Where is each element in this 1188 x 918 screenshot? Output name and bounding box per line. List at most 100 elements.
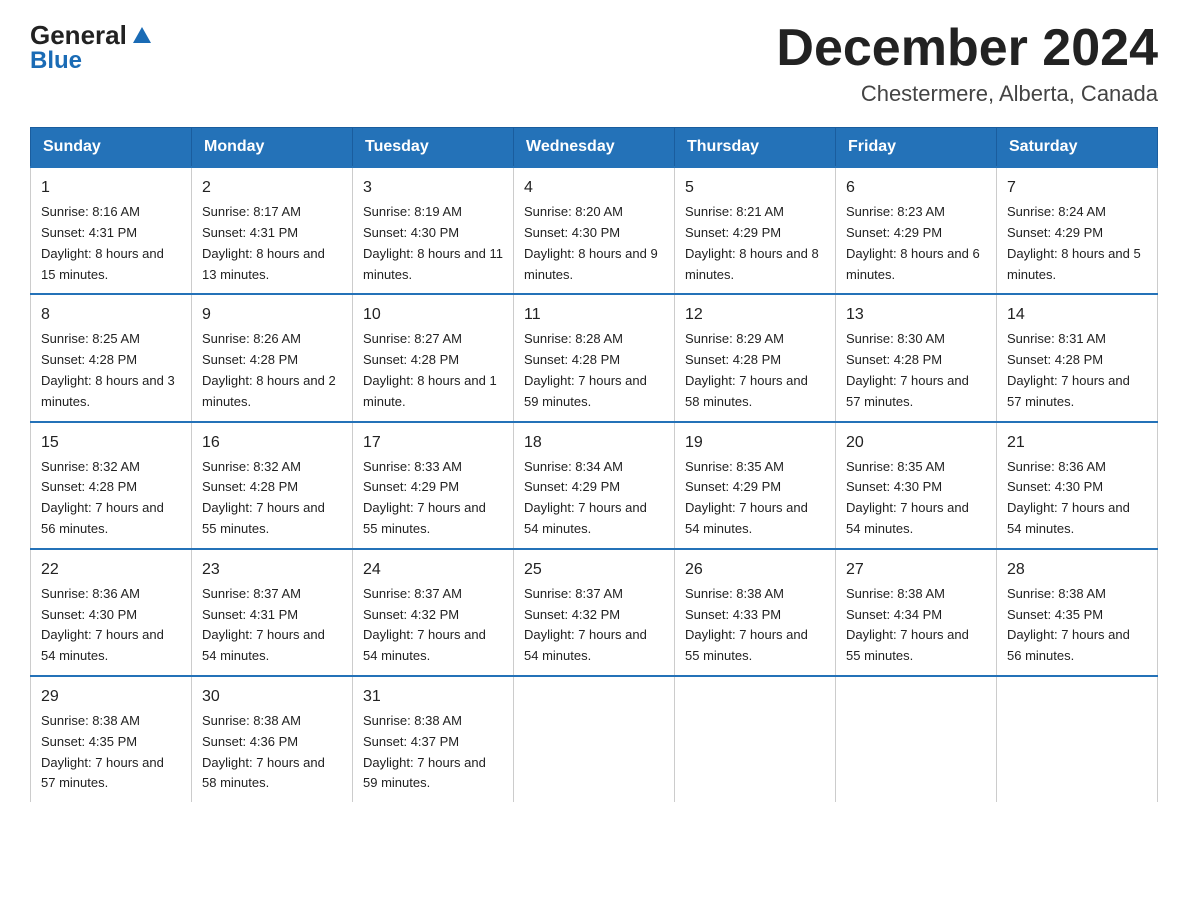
- header-wednesday: Wednesday: [514, 128, 675, 168]
- day-info: Sunrise: 8:37 AMSunset: 4:32 PMDaylight:…: [524, 586, 647, 663]
- calendar-cell: 26 Sunrise: 8:38 AMSunset: 4:33 PMDaylig…: [675, 549, 836, 676]
- calendar-header-row: SundayMondayTuesdayWednesdayThursdayFrid…: [31, 128, 1158, 168]
- day-number: 19: [685, 431, 825, 455]
- calendar-cell: 13 Sunrise: 8:30 AMSunset: 4:28 PMDaylig…: [836, 294, 997, 421]
- day-number: 11: [524, 303, 664, 327]
- calendar-cell: 20 Sunrise: 8:35 AMSunset: 4:30 PMDaylig…: [836, 422, 997, 549]
- calendar-cell: 28 Sunrise: 8:38 AMSunset: 4:35 PMDaylig…: [997, 549, 1158, 676]
- day-number: 6: [846, 176, 986, 200]
- day-info: Sunrise: 8:38 AMSunset: 4:33 PMDaylight:…: [685, 586, 808, 663]
- calendar-cell: 25 Sunrise: 8:37 AMSunset: 4:32 PMDaylig…: [514, 549, 675, 676]
- day-info: Sunrise: 8:37 AMSunset: 4:31 PMDaylight:…: [202, 586, 325, 663]
- day-info: Sunrise: 8:17 AMSunset: 4:31 PMDaylight:…: [202, 204, 325, 281]
- day-number: 10: [363, 303, 503, 327]
- calendar-cell: [514, 676, 675, 802]
- calendar-cell: 29 Sunrise: 8:38 AMSunset: 4:35 PMDaylig…: [31, 676, 192, 802]
- day-info: Sunrise: 8:37 AMSunset: 4:32 PMDaylight:…: [363, 586, 486, 663]
- calendar-cell: [997, 676, 1158, 802]
- calendar-cell: 2 Sunrise: 8:17 AMSunset: 4:31 PMDayligh…: [192, 167, 353, 294]
- day-info: Sunrise: 8:32 AMSunset: 4:28 PMDaylight:…: [202, 459, 325, 536]
- logo-blue-text: Blue: [30, 47, 153, 75]
- calendar-cell: 21 Sunrise: 8:36 AMSunset: 4:30 PMDaylig…: [997, 422, 1158, 549]
- day-number: 20: [846, 431, 986, 455]
- day-number: 1: [41, 176, 181, 200]
- calendar-week-5: 29 Sunrise: 8:38 AMSunset: 4:35 PMDaylig…: [31, 676, 1158, 802]
- calendar-cell: 19 Sunrise: 8:35 AMSunset: 4:29 PMDaylig…: [675, 422, 836, 549]
- day-number: 16: [202, 431, 342, 455]
- day-info: Sunrise: 8:26 AMSunset: 4:28 PMDaylight:…: [202, 331, 336, 408]
- calendar-cell: 9 Sunrise: 8:26 AMSunset: 4:28 PMDayligh…: [192, 294, 353, 421]
- day-info: Sunrise: 8:38 AMSunset: 4:36 PMDaylight:…: [202, 713, 325, 790]
- day-info: Sunrise: 8:24 AMSunset: 4:29 PMDaylight:…: [1007, 204, 1141, 281]
- day-info: Sunrise: 8:23 AMSunset: 4:29 PMDaylight:…: [846, 204, 980, 281]
- calendar-week-1: 1 Sunrise: 8:16 AMSunset: 4:31 PMDayligh…: [31, 167, 1158, 294]
- day-number: 31: [363, 685, 503, 709]
- calendar-cell: [836, 676, 997, 802]
- calendar-cell: 7 Sunrise: 8:24 AMSunset: 4:29 PMDayligh…: [997, 167, 1158, 294]
- day-info: Sunrise: 8:16 AMSunset: 4:31 PMDaylight:…: [41, 204, 164, 281]
- day-number: 12: [685, 303, 825, 327]
- day-number: 24: [363, 558, 503, 582]
- day-info: Sunrise: 8:38 AMSunset: 4:34 PMDaylight:…: [846, 586, 969, 663]
- day-number: 22: [41, 558, 181, 582]
- day-number: 26: [685, 558, 825, 582]
- calendar-cell: 27 Sunrise: 8:38 AMSunset: 4:34 PMDaylig…: [836, 549, 997, 676]
- calendar-cell: 10 Sunrise: 8:27 AMSunset: 4:28 PMDaylig…: [353, 294, 514, 421]
- day-info: Sunrise: 8:25 AMSunset: 4:28 PMDaylight:…: [41, 331, 175, 408]
- calendar-week-3: 15 Sunrise: 8:32 AMSunset: 4:28 PMDaylig…: [31, 422, 1158, 549]
- day-info: Sunrise: 8:38 AMSunset: 4:37 PMDaylight:…: [363, 713, 486, 790]
- day-info: Sunrise: 8:35 AMSunset: 4:29 PMDaylight:…: [685, 459, 808, 536]
- day-info: Sunrise: 8:36 AMSunset: 4:30 PMDaylight:…: [41, 586, 164, 663]
- day-number: 7: [1007, 176, 1147, 200]
- day-number: 29: [41, 685, 181, 709]
- day-number: 17: [363, 431, 503, 455]
- day-info: Sunrise: 8:19 AMSunset: 4:30 PMDaylight:…: [363, 204, 503, 281]
- day-info: Sunrise: 8:31 AMSunset: 4:28 PMDaylight:…: [1007, 331, 1130, 408]
- calendar-cell: 11 Sunrise: 8:28 AMSunset: 4:28 PMDaylig…: [514, 294, 675, 421]
- calendar-cell: 1 Sunrise: 8:16 AMSunset: 4:31 PMDayligh…: [31, 167, 192, 294]
- calendar-cell: 31 Sunrise: 8:38 AMSunset: 4:37 PMDaylig…: [353, 676, 514, 802]
- day-info: Sunrise: 8:33 AMSunset: 4:29 PMDaylight:…: [363, 459, 486, 536]
- calendar-cell: 14 Sunrise: 8:31 AMSunset: 4:28 PMDaylig…: [997, 294, 1158, 421]
- logo-flag-icon: [131, 25, 153, 47]
- header-thursday: Thursday: [675, 128, 836, 168]
- logo: General Blue: [30, 20, 153, 75]
- calendar-cell: 22 Sunrise: 8:36 AMSunset: 4:30 PMDaylig…: [31, 549, 192, 676]
- calendar-cell: 6 Sunrise: 8:23 AMSunset: 4:29 PMDayligh…: [836, 167, 997, 294]
- day-number: 9: [202, 303, 342, 327]
- day-number: 27: [846, 558, 986, 582]
- calendar-cell: 8 Sunrise: 8:25 AMSunset: 4:28 PMDayligh…: [31, 294, 192, 421]
- day-number: 28: [1007, 558, 1147, 582]
- calendar-cell: 12 Sunrise: 8:29 AMSunset: 4:28 PMDaylig…: [675, 294, 836, 421]
- day-info: Sunrise: 8:29 AMSunset: 4:28 PMDaylight:…: [685, 331, 808, 408]
- header-saturday: Saturday: [997, 128, 1158, 168]
- header-tuesday: Tuesday: [353, 128, 514, 168]
- day-info: Sunrise: 8:35 AMSunset: 4:30 PMDaylight:…: [846, 459, 969, 536]
- day-info: Sunrise: 8:28 AMSunset: 4:28 PMDaylight:…: [524, 331, 647, 408]
- day-number: 13: [846, 303, 986, 327]
- calendar-cell: 4 Sunrise: 8:20 AMSunset: 4:30 PMDayligh…: [514, 167, 675, 294]
- page-header: General Blue December 2024 Chestermere, …: [30, 20, 1158, 107]
- day-info: Sunrise: 8:38 AMSunset: 4:35 PMDaylight:…: [1007, 586, 1130, 663]
- calendar-cell: 15 Sunrise: 8:32 AMSunset: 4:28 PMDaylig…: [31, 422, 192, 549]
- calendar-cell: 23 Sunrise: 8:37 AMSunset: 4:31 PMDaylig…: [192, 549, 353, 676]
- day-info: Sunrise: 8:32 AMSunset: 4:28 PMDaylight:…: [41, 459, 164, 536]
- calendar-cell: [675, 676, 836, 802]
- day-number: 18: [524, 431, 664, 455]
- calendar-cell: 18 Sunrise: 8:34 AMSunset: 4:29 PMDaylig…: [514, 422, 675, 549]
- day-number: 23: [202, 558, 342, 582]
- location-text: Chestermere, Alberta, Canada: [776, 81, 1158, 107]
- month-title: December 2024: [776, 20, 1158, 77]
- day-info: Sunrise: 8:30 AMSunset: 4:28 PMDaylight:…: [846, 331, 969, 408]
- day-number: 25: [524, 558, 664, 582]
- day-info: Sunrise: 8:38 AMSunset: 4:35 PMDaylight:…: [41, 713, 164, 790]
- calendar-cell: 17 Sunrise: 8:33 AMSunset: 4:29 PMDaylig…: [353, 422, 514, 549]
- calendar-cell: 5 Sunrise: 8:21 AMSunset: 4:29 PMDayligh…: [675, 167, 836, 294]
- day-number: 8: [41, 303, 181, 327]
- day-number: 21: [1007, 431, 1147, 455]
- day-number: 5: [685, 176, 825, 200]
- title-section: December 2024 Chestermere, Alberta, Cana…: [776, 20, 1158, 107]
- calendar-cell: 3 Sunrise: 8:19 AMSunset: 4:30 PMDayligh…: [353, 167, 514, 294]
- day-info: Sunrise: 8:36 AMSunset: 4:30 PMDaylight:…: [1007, 459, 1130, 536]
- day-info: Sunrise: 8:21 AMSunset: 4:29 PMDaylight:…: [685, 204, 819, 281]
